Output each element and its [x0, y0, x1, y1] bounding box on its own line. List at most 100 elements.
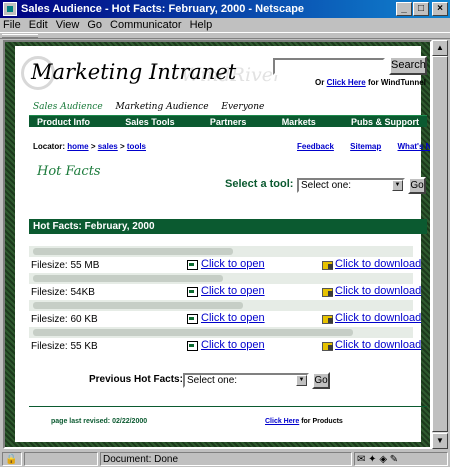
download-icon[interactable] — [322, 314, 334, 324]
menu-go[interactable]: Go — [87, 19, 102, 31]
previous-select[interactable]: Select one: ▼ — [183, 373, 309, 388]
main-nav-bar: Product Info Sales Tools Partners Market… — [29, 115, 427, 127]
fact-title-blurred[interactable] — [29, 327, 413, 338]
fact-filesize: Filesize: 55 MB — [31, 260, 99, 271]
divider — [29, 406, 427, 407]
download-link[interactable]: Click to download — [335, 258, 421, 270]
logo-text: Marketing Intranet — [31, 60, 237, 84]
status-bar: 🔒 Document: Done ✉ ✦ ◈ ✎ — [0, 451, 450, 467]
products-line: Click Here for Products — [265, 418, 343, 425]
filesize-label: Filesize: — [31, 260, 68, 271]
sitemap-link[interactable]: Sitemap — [350, 142, 381, 151]
nav-markets[interactable]: Markets — [282, 117, 316, 127]
open-link[interactable]: Click to open — [201, 339, 265, 351]
nav-sales-tools[interactable]: Sales Tools — [125, 117, 174, 127]
document-icon[interactable] — [187, 260, 198, 270]
minimize-button[interactable]: _ — [396, 2, 412, 16]
fact-title-blurred[interactable] — [29, 273, 413, 284]
document-icon[interactable] — [187, 341, 198, 351]
browser-viewport: WindRiver Marketing Intranet Search Or C… — [3, 40, 432, 449]
open-link[interactable]: Click to open — [201, 285, 265, 297]
scroll-thumb[interactable] — [432, 56, 448, 432]
menu-file[interactable]: File — [3, 19, 21, 31]
products-link[interactable]: Click Here — [265, 418, 299, 425]
download-link[interactable]: Click to download — [335, 339, 421, 351]
menu-view[interactable]: View — [56, 19, 80, 31]
windtunnel-line: Or Click Here for WindTunnel — [315, 78, 426, 87]
scroll-up-icon[interactable]: ▲ — [432, 40, 448, 56]
progress-cell — [24, 452, 98, 466]
menu-help[interactable]: Help — [190, 19, 213, 31]
download-icon[interactable] — [322, 287, 334, 297]
menu-communicator[interactable]: Communicator — [110, 19, 182, 31]
products-suffix: for Products — [301, 418, 343, 425]
fact-title-blurred[interactable] — [29, 246, 413, 257]
open-link[interactable]: Click to open — [201, 312, 265, 324]
download-link[interactable]: Click to download — [335, 285, 421, 297]
site-logo[interactable]: WindRiver Marketing Intranet — [21, 54, 282, 90]
windtunnel-link[interactable]: Click Here — [327, 78, 366, 87]
tool-go-button[interactable]: Go — [408, 177, 426, 194]
fact-title-blurred[interactable] — [29, 300, 413, 311]
download-icon[interactable] — [322, 341, 334, 351]
filesize-label: Filesize: — [31, 314, 68, 325]
document-icon[interactable] — [187, 314, 198, 324]
status-text: Document: Done — [100, 452, 352, 466]
search-button[interactable]: Search — [389, 56, 427, 75]
windtunnel-suffix: for WindTunnel — [367, 78, 426, 87]
breadcrumb: Locator: home > sales > tools — [33, 142, 146, 151]
windtunnel-prefix: Or — [315, 78, 325, 87]
fact-filesize: Filesize: 60 KB — [31, 314, 98, 325]
open-link[interactable]: Click to open — [201, 258, 265, 270]
security-lock-icon[interactable]: 🔒 — [2, 452, 22, 466]
window-title: Sales Audience - Hot Facts: February, 20… — [21, 3, 305, 15]
toolbar-grip — [0, 32, 450, 39]
breadcrumb-sales[interactable]: sales — [98, 142, 118, 151]
audience-nav: Sales Audience Marketing Audience Everyo… — [33, 102, 274, 112]
fact-filesize: Filesize: 55 KB — [31, 341, 98, 352]
maximize-button[interactable]: □ — [413, 2, 429, 16]
close-button[interactable]: × — [432, 2, 448, 16]
previous-select-value: Select one: — [187, 375, 238, 386]
download-link[interactable]: Click to download — [335, 312, 421, 324]
whats-new-link[interactable]: What's New — [398, 142, 431, 151]
last-revised: page last revised: 02/22/2000 — [51, 418, 148, 425]
breadcrumb-separator: > — [119, 142, 125, 151]
feedback-link[interactable]: Feedback — [297, 142, 334, 151]
tool-select-value: Select one: — [301, 180, 352, 191]
filesize-label: Filesize: — [31, 341, 68, 352]
select-tool-label: Select a tool: — [225, 178, 294, 190]
chevron-down-icon[interactable]: ▼ — [296, 375, 307, 386]
toolbar-grip-handle[interactable] — [2, 34, 38, 38]
page-content: WindRiver Marketing Intranet Search Or C… — [15, 46, 430, 442]
document-icon[interactable] — [187, 287, 198, 297]
page-title: Hot Facts — [37, 164, 101, 179]
previous-hot-facts-label: Previous Hot Facts: — [89, 374, 183, 385]
breadcrumb-label: Locator: — [33, 142, 65, 151]
nav-everyone[interactable]: Everyone — [221, 102, 264, 112]
menu-edit[interactable]: Edit — [29, 19, 48, 31]
filesize-value: 54KB — [70, 287, 95, 298]
scroll-down-icon[interactable]: ▼ — [432, 433, 448, 449]
component-bar[interactable]: ✉ ✦ ◈ ✎ — [354, 452, 448, 466]
previous-go-button[interactable]: Go — [312, 372, 330, 389]
window-title-bar: Sales Audience - Hot Facts: February, 20… — [0, 0, 450, 18]
nav-sales-audience[interactable]: Sales Audience — [33, 102, 103, 112]
breadcrumb-separator: > — [90, 142, 96, 151]
breadcrumb-tools[interactable]: tools — [127, 142, 146, 151]
nav-product-info[interactable]: Product Info — [37, 117, 90, 127]
nav-marketing-audience[interactable]: Marketing Audience — [116, 102, 209, 112]
vertical-scrollbar[interactable]: ▲ ▼ — [432, 40, 448, 449]
breadcrumb-home[interactable]: home — [67, 142, 88, 151]
tool-select[interactable]: Select one: ▼ — [297, 178, 405, 193]
nav-pubs-support[interactable]: Pubs & Support — [351, 117, 419, 127]
utility-links: Feedback Sitemap What's New — [283, 142, 431, 151]
chevron-down-icon[interactable]: ▼ — [392, 180, 403, 191]
nav-partners[interactable]: Partners — [210, 117, 247, 127]
search-input[interactable] — [273, 58, 385, 75]
filesize-value: 55 KB — [70, 341, 98, 352]
section-header: Hot Facts: February, 2000 — [29, 219, 427, 234]
download-icon[interactable] — [322, 260, 334, 270]
filesize-label: Filesize: — [31, 287, 68, 298]
filesize-value: 55 MB — [70, 260, 100, 271]
